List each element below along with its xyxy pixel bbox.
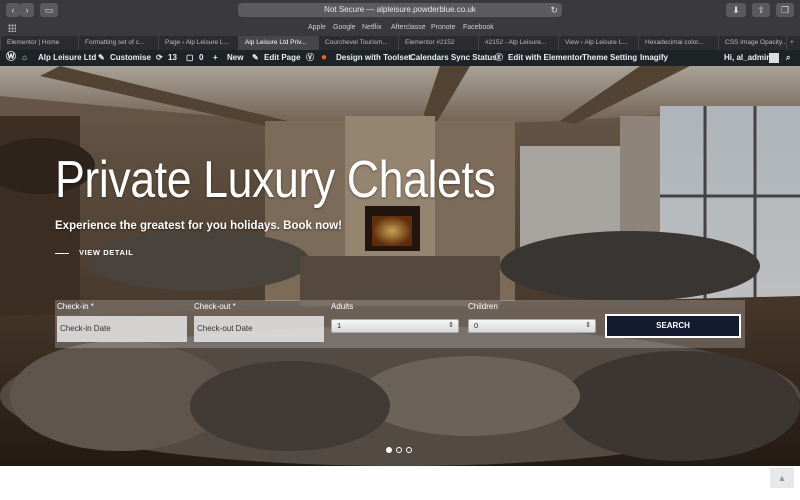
forward-icon[interactable]: › [20,3,34,17]
tab-item[interactable]: CSS Image Opacity... [718,36,786,50]
favorite-pronote[interactable]: Pronote [431,24,456,31]
download-icon[interactable]: ⬇ [726,3,746,17]
back-icon[interactable]: ‹ [6,3,20,17]
tab-item[interactable]: Elementor #2152 [398,36,478,50]
favorite-afterclasse[interactable]: Afterclasse [391,24,426,31]
plus-icon: + [213,53,218,62]
select-arrows-icon: ⇕ [585,322,591,329]
search-button[interactable]: SEARCH [605,314,741,338]
select-arrows-icon: ⇕ [448,322,454,329]
adults-label: Adults [331,302,354,311]
edit-elementor-link[interactable]: Edit with Elementor [508,50,583,66]
edit-page-link[interactable]: Edit Page [264,50,300,66]
tabs-overview-icon[interactable]: ❐ [776,3,794,17]
updates-icon: ⟳ [156,53,163,62]
address-bar[interactable]: Not Secure — alpleisure.powderblue.co.uk… [238,3,562,17]
favorite-apple[interactable]: Apple [308,24,326,31]
slide-dot[interactable] [406,447,412,453]
tab-item[interactable]: #2152 - Alp Leisure... [478,36,558,50]
hero-background-image [0,66,800,466]
wordpress-logo-icon[interactable]: Ⓦ [6,50,16,66]
grid-icon[interactable] [8,24,16,32]
children-select[interactable]: 0 ⇕ [468,319,596,333]
design-toolset-link[interactable]: Design with Toolset [336,50,411,66]
theme-setting-link[interactable]: Theme Setting [582,50,637,66]
wp-admin-bar: Ⓦ ⌂ Alp Leisure Ltd ✎ Customise ⟳ 13 ▢ 0… [0,50,800,66]
checkin-label: Check-in * [57,302,94,311]
booking-search-form: Check-in * Check-in Date Check-out * Che… [55,300,745,348]
share-icon[interactable]: ⇧ [752,3,770,17]
home-icon: ⌂ [22,53,27,62]
view-detail-label: VIEW DETAIL [79,248,134,257]
checkout-label: Check-out * [194,302,236,311]
calendars-sync-link[interactable]: Calendars Sync Status [410,50,497,66]
browser-toolbar: ‹ › ▭ Not Secure — alpleisure.powderblue… [0,0,800,20]
toolset-icon: Ⓥ [306,53,314,62]
comments-count[interactable]: 0 [199,50,203,66]
tab-item[interactable]: Formatting set of c... [78,36,158,50]
updates-count[interactable]: 13 [168,50,177,66]
tab-item[interactable]: View ‹ Alp Leisure L... [558,36,638,50]
tab-item[interactable]: Page ‹ Alp Leisure L... [158,36,238,50]
elementor-icon: Ⓔ [495,53,503,62]
children-label: Children [468,302,498,311]
checkout-input[interactable]: Check-out Date [194,316,324,342]
page-below-hero: ▲ [0,466,800,500]
divider-line [55,252,69,254]
favorite-facebook[interactable]: Facebook [463,24,494,31]
reload-icon[interactable]: ↻ [550,3,558,17]
view-detail-link[interactable]: VIEW DETAIL [55,248,133,257]
hero-headline: Private Luxury Chalets [55,151,496,209]
tab-item-active[interactable]: Alp Leisure Ltd Priv... [238,36,318,50]
slider-pagination [386,440,416,458]
adults-select[interactable]: 1 ⇕ [331,319,459,333]
status-dot-icon: ● [321,52,328,63]
checkin-input[interactable]: Check-in Date [57,316,187,342]
tab-item[interactable]: Elementor | Home [0,36,78,50]
tab-item[interactable]: Hexadecimal color... [638,36,718,50]
hero-slider: Private Luxury Chalets Experience the gr… [0,66,800,466]
favorite-google[interactable]: Google [333,24,356,31]
hero-subheadline: Experience the greatest for you holidays… [55,220,342,232]
new-link[interactable]: New [227,50,243,66]
children-value: 0 [474,321,479,330]
new-tab-button[interactable]: + [786,36,800,50]
scroll-to-top-icon[interactable]: ▲ [770,468,794,488]
brush-icon: ✎ [98,53,105,62]
sidebar-icon[interactable]: ▭ [40,3,58,17]
pencil-icon: ✎ [252,53,259,62]
tab-bar: Elementor | Home Formatting set of c... … [0,36,800,50]
comments-icon: ▢ [186,53,194,62]
imagify-link[interactable]: Imagify [640,50,668,66]
favorite-netflix[interactable]: Netflix [362,24,381,31]
site-name-link[interactable]: Alp Leisure Ltd [38,50,96,66]
customise-link[interactable]: Customise [110,50,151,66]
slide-dot[interactable] [396,447,402,453]
url-text: Not Secure — alpleisure.powderblue.co.uk [324,5,476,14]
slide-dot-active[interactable] [386,447,392,453]
adults-value: 1 [337,321,342,330]
favorites-bar: Apple Google Netflix Afterclasse Pronote… [0,20,800,36]
search-icon[interactable]: ⌕ [786,50,790,66]
user-greeting[interactable]: Hi, al_admin [724,50,771,66]
tab-item[interactable]: Courchevel Tourism... [318,36,398,50]
avatar[interactable] [769,53,779,63]
